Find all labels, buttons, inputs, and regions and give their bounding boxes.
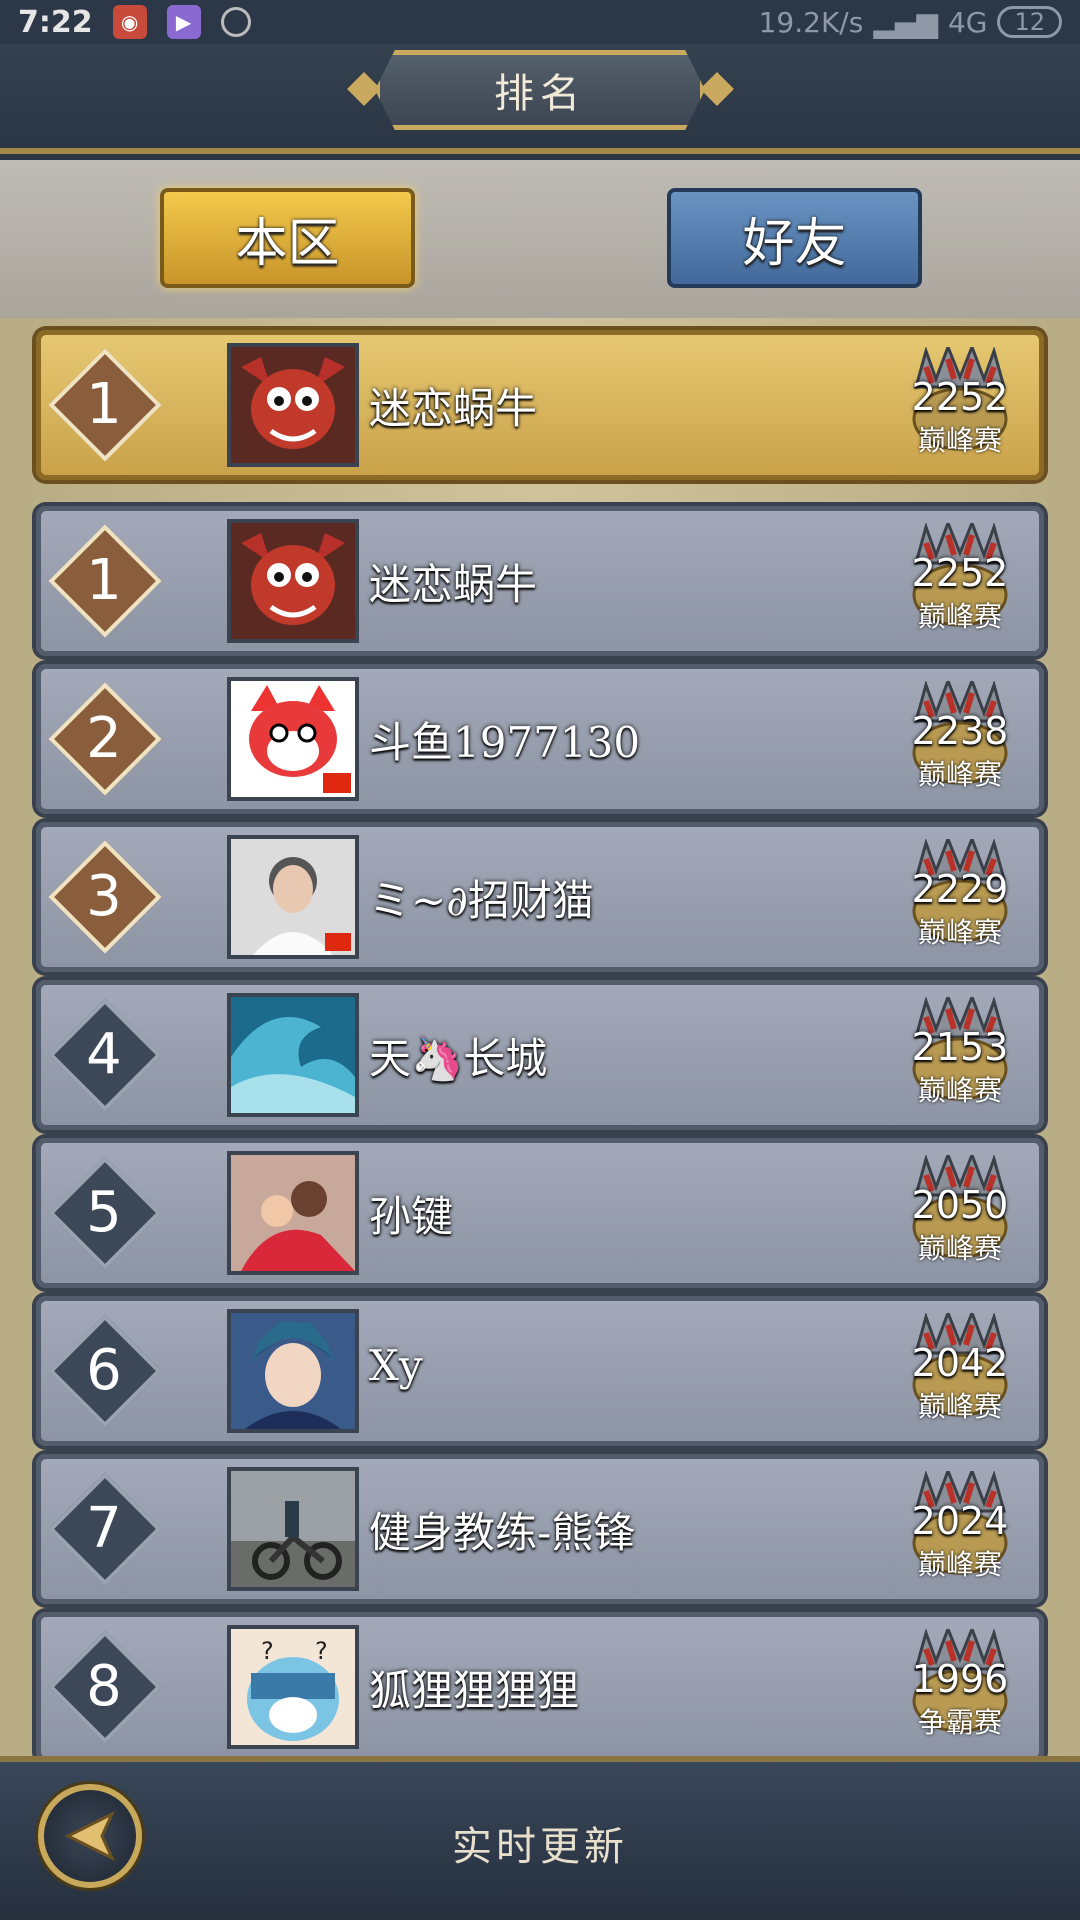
rank-row-3[interactable]: 3 ミ~∂招财猫 2229 巅峰赛 [36,822,1044,972]
player-name: 迷恋蜗牛 [369,560,538,609]
network-type: 4G [947,5,988,39]
rank-score: 2238 [911,709,1009,753]
rank-number: 2 [86,706,122,771]
video-app-icon: ▶ [166,5,201,39]
rank-row-1[interactable]: 1 迷恋蜗牛 2252 巅峰赛 [36,506,1044,656]
svg-text:?: ? [261,1637,274,1665]
anime-boy-icon [231,1313,355,1429]
avatar[interactable] [227,1151,359,1275]
tab-friends[interactable]: 好友 [667,188,922,288]
red-fox-icon [231,681,355,797]
red-dragon-icon [231,347,355,463]
rank-score: 2252 [911,375,1009,419]
avatar[interactable] [227,1309,359,1433]
status-bar: 7:22 ◉ ▶ 19.2K/s ▂▄▆ 4G 12 [0,0,1080,44]
title-plate: 排名 [375,50,705,130]
league-label: 巅峰赛 [917,916,1002,949]
family-photo [231,1155,355,1271]
avatar[interactable] [227,343,359,467]
red-dragon-icon [231,523,355,639]
page-title: 排名 [494,71,586,117]
rank-number: 6 [86,1338,122,1403]
player-name: 迷恋蜗牛 [369,384,538,433]
league-label: 巅峰赛 [917,758,1002,791]
rank-score: 2024 [911,1499,1009,1543]
player-name: 孙键 [369,1192,454,1241]
svg-text:?: ? [315,1637,328,1665]
rank-row-5[interactable]: 5 孙键 2050 巅峰赛 [36,1138,1044,1288]
player-name: 健身教练-熊锋 [369,1508,636,1557]
ranking-list[interactable]: 1 迷恋蜗牛 2252 巅峰赛 1 迷恋蜗牛 2252 巅峰赛 2 斗鱼1977… [0,318,1080,1756]
rank-score: 2042 [911,1341,1009,1385]
avatar[interactable] [227,677,359,801]
timer-icon [220,7,251,37]
tab-local-region[interactable]: 本区 [160,188,415,288]
rank-row-7[interactable]: 7 健身教练-熊锋 2024 巅峰赛 [36,1454,1044,1604]
battery-indicator: 12 [997,6,1062,38]
footer-bar: 实时更新 [0,1756,1080,1920]
signal-icon: ▂▄▆ [873,5,938,39]
motorcycle-photo [231,1471,355,1587]
rank-row-8[interactable]: 8 ? ? 狐狸狸狸狸 1996 争霸赛 [36,1612,1044,1756]
squirtle-icon: ? ? [231,1629,355,1745]
rank-score: 2252 [911,551,1009,595]
wave-photo [231,997,355,1113]
rank-row-2[interactable]: 2 斗鱼1977130 2238 巅峰赛 [36,664,1044,814]
weibo-icon: ◉ [112,5,147,39]
rank-row-6[interactable]: 6 Xy 2042 巅峰赛 [36,1296,1044,1446]
realtime-update-label: 实时更新 [452,1824,628,1870]
rank-score: 2153 [911,1025,1009,1069]
header-bar: 排名 [0,44,1080,154]
league-label: 巅峰赛 [917,1548,1002,1581]
league-label: 巅峰赛 [917,424,1002,457]
rank-score: 2229 [911,867,1009,911]
rank-score: 2050 [911,1183,1009,1227]
rank-score: 1996 [911,1657,1009,1701]
rank-number: 1 [86,372,122,437]
rank-number: 7 [86,1496,122,1561]
league-label: 争霸赛 [917,1706,1002,1739]
league-label: 巅峰赛 [917,1390,1002,1423]
league-label: 巅峰赛 [917,1074,1002,1107]
avatar[interactable] [227,835,359,959]
league-label: 巅峰赛 [917,1232,1002,1265]
my-rank-row[interactable]: 1 迷恋蜗牛 2252 巅峰赛 [36,330,1044,480]
network-speed: 19.2K/s [758,5,864,39]
portrait-photo [231,839,355,955]
avatar[interactable] [227,519,359,643]
tab-bar: 本区 好友 [0,160,1080,320]
rank-number: 1 [86,548,122,613]
rank-number: 3 [86,864,122,929]
player-name: 斗鱼1977130 [369,718,641,767]
rank-number: 4 [86,1022,122,1087]
avatar[interactable] [227,993,359,1117]
player-name: 天🦄长城 [369,1034,548,1083]
ornament-right-icon [700,72,734,106]
rank-number: 5 [86,1180,122,1245]
rank-number: 8 [86,1654,122,1719]
player-name: 狐狸狸狸狸 [369,1666,580,1715]
rank-row-4[interactable]: 4 天🦄长城 2153 巅峰赛 [36,980,1044,1130]
avatar[interactable]: ? ? [227,1625,359,1749]
avatar[interactable] [227,1467,359,1591]
player-name: Xy [369,1341,423,1390]
player-name: ミ~∂招财猫 [369,876,594,925]
league-label: 巅峰赛 [917,600,1002,633]
status-time: 7:22 [18,4,93,40]
